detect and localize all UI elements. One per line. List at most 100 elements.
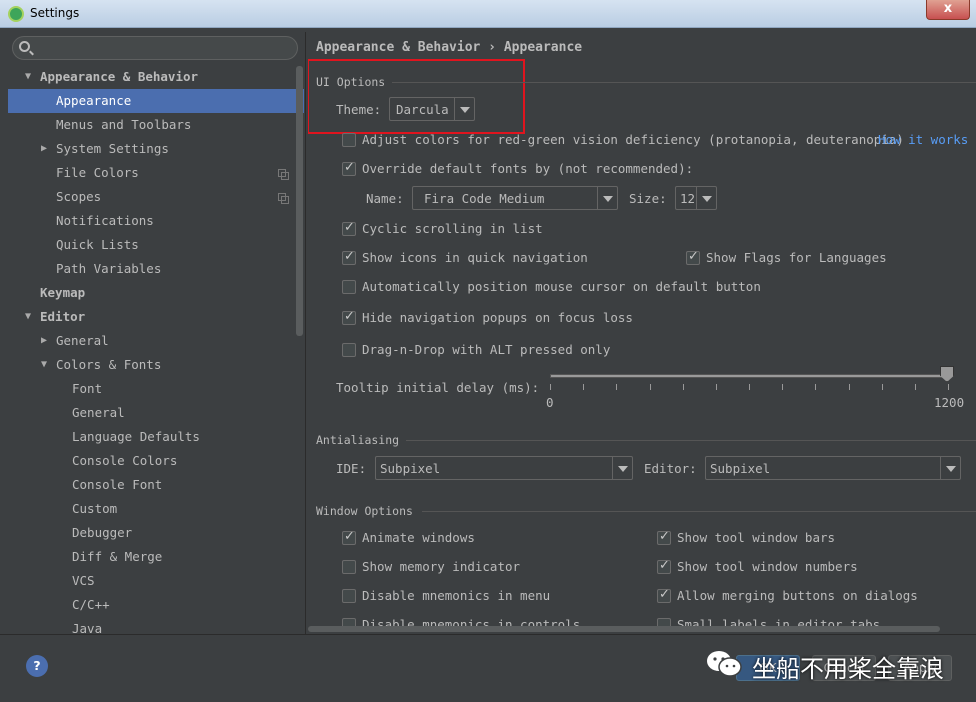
section-ui-options: UI Options: [316, 75, 386, 89]
show-icons-label: Show icons in quick navigation: [362, 250, 588, 265]
search-input[interactable]: [12, 36, 298, 60]
tree-item[interactable]: Quick Lists: [8, 233, 304, 257]
ide-antialiasing-dropdown[interactable]: Subpixel: [375, 456, 633, 480]
tree-item[interactable]: C/C++: [8, 593, 304, 617]
show-memory-checkbox[interactable]: [342, 560, 356, 574]
tree-item-label: Language Defaults: [72, 429, 200, 444]
tree-item[interactable]: Custom: [8, 497, 304, 521]
allow-merging-checkbox[interactable]: [657, 587, 671, 603]
show-flags-checkbox[interactable]: [686, 249, 700, 265]
tree-item-label: File Colors: [56, 165, 139, 180]
tree-item-label: Menus and Toolbars: [56, 117, 192, 132]
show-tool-window-bars-checkbox[interactable]: [657, 529, 671, 545]
chevron-right-icon[interactable]: ▶: [38, 137, 50, 161]
editor-label: Editor:: [644, 461, 697, 476]
animate-windows-checkbox[interactable]: [342, 529, 356, 545]
tree-item-label: Notifications: [56, 213, 154, 228]
editor-antialiasing-dropdown[interactable]: Subpixel: [705, 456, 961, 480]
tree-item[interactable]: ▼ Colors & Fonts: [8, 353, 304, 377]
slider-tick: [650, 384, 651, 390]
slider-tick: [683, 384, 684, 390]
animate-windows-label: Animate windows: [362, 530, 475, 545]
tree-item[interactable]: Menus and Toolbars: [8, 113, 304, 137]
tree-item[interactable]: Font: [8, 377, 304, 401]
chevron-down-icon[interactable]: ▼: [22, 305, 34, 329]
tree-item-label: Custom: [72, 501, 118, 516]
tree-item-label: Console Colors: [72, 453, 178, 468]
tooltip-delay-slider[interactable]: [550, 374, 948, 378]
drag-drop-checkbox[interactable]: [342, 343, 356, 357]
chevron-down-icon[interactable]: ▼: [22, 65, 34, 89]
tree-item[interactable]: ▶ System Settings: [8, 137, 304, 161]
chevron-down-icon: [454, 98, 474, 120]
tree-item-label: Console Font: [72, 477, 163, 492]
disable-mnemonics-menu-checkbox[interactable]: [342, 589, 356, 603]
dialog-footer: ? OK Cancel Apply 坐船不用桨全靠浪: [0, 634, 976, 702]
override-fonts-checkbox[interactable]: [342, 160, 356, 176]
title-bar: Settings x: [0, 0, 976, 28]
window-title: Settings: [30, 6, 80, 20]
tree-item-label: Scopes: [56, 189, 102, 204]
chevron-right-icon[interactable]: ▶: [38, 329, 50, 353]
tree-item-label: General: [56, 333, 109, 348]
sidebar-scrollbar[interactable]: [296, 66, 303, 336]
chevron-down-icon: [597, 187, 617, 209]
font-name-dropdown[interactable]: Fira Code Medium: [412, 186, 618, 210]
hide-popups-checkbox[interactable]: [342, 309, 356, 325]
cyclic-scrolling-checkbox[interactable]: [342, 220, 356, 236]
tree-item[interactable]: Console Font: [8, 473, 304, 497]
theme-value: Darcula: [396, 102, 449, 117]
tree-item[interactable]: File Colors: [8, 161, 304, 185]
slider-tick: [583, 384, 584, 390]
copy-icon: [278, 169, 289, 180]
tree-item[interactable]: Scopes: [8, 185, 304, 209]
slider-thumb[interactable]: [940, 366, 954, 382]
show-icons-checkbox[interactable]: [342, 249, 356, 265]
tree-item[interactable]: VCS: [8, 569, 304, 593]
tree-item[interactable]: Diff & Merge: [8, 545, 304, 569]
tree-item[interactable]: General: [8, 401, 304, 425]
tree-item[interactable]: ▼ Editor: [8, 305, 304, 329]
section-window-options: Window Options: [316, 504, 413, 518]
chevron-down-icon: [696, 187, 716, 209]
cyclic-scrolling-label: Cyclic scrolling in list: [362, 221, 543, 236]
watermark: 坐船不用桨全靠浪: [706, 643, 956, 687]
tree-item[interactable]: Path Variables: [8, 257, 304, 281]
android-studio-icon: [8, 6, 24, 22]
slider-min-label: 0: [546, 395, 554, 410]
how-it-works-link[interactable]: How it works: [878, 132, 968, 147]
tree-item-label: VCS: [72, 573, 95, 588]
help-button[interactable]: ?: [26, 655, 48, 677]
slider-max-label: 1200: [934, 395, 965, 410]
tree-item[interactable]: Language Defaults: [8, 425, 304, 449]
tree-item[interactable]: Java: [8, 617, 304, 634]
chevron-down-icon: [940, 457, 960, 479]
settings-content: Appearance & Behavior › Appearance UI Op…: [308, 32, 976, 634]
tree-item[interactable]: ▼ Appearance & Behavior: [8, 65, 304, 89]
content-horizontal-scrollbar[interactable]: [308, 626, 940, 632]
tree-item[interactable]: Console Colors: [8, 449, 304, 473]
tree-item[interactable]: Keymap: [8, 281, 304, 305]
theme-dropdown[interactable]: Darcula: [389, 97, 475, 121]
tree-item-label: Appearance & Behavior: [40, 69, 199, 84]
close-button[interactable]: x: [926, 0, 970, 20]
tree-item[interactable]: Appearance: [8, 89, 304, 113]
adjust-colors-checkbox[interactable]: [342, 133, 356, 147]
tree-item[interactable]: ▶ General: [8, 329, 304, 353]
font-size-dropdown[interactable]: 12: [675, 186, 717, 210]
chevron-down-icon[interactable]: ▼: [38, 353, 50, 377]
tree-item[interactable]: Debugger: [8, 521, 304, 545]
copy-icon: [278, 193, 289, 204]
auto-cursor-checkbox[interactable]: [342, 280, 356, 294]
auto-cursor-label: Automatically position mouse cursor on d…: [362, 279, 761, 294]
settings-sidebar: ▼ Appearance & Behavior Appearance Menus an…: [8, 32, 306, 634]
show-tool-window-numbers-checkbox[interactable]: [657, 558, 671, 574]
drag-drop-label: Drag-n-Drop with ALT pressed only: [362, 342, 611, 357]
breadcrumb: Appearance & Behavior › Appearance: [316, 40, 583, 55]
search-icon: [19, 41, 30, 52]
show-tool-window-numbers-label: Show tool window numbers: [677, 559, 858, 574]
tree-item[interactable]: Notifications: [8, 209, 304, 233]
adjust-colors-label: Adjust colors for red-green vision defic…: [362, 132, 904, 147]
theme-label: Theme:: [336, 102, 382, 117]
font-name-value: Fira Code Medium: [424, 191, 545, 206]
